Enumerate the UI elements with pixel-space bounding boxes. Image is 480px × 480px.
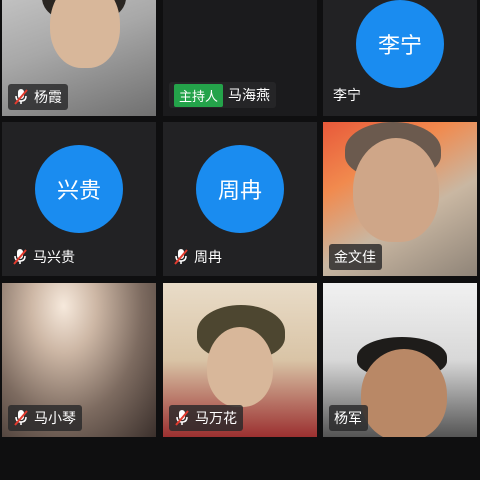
participant-tile[interactable]: 马小琴 (2, 283, 156, 437)
participant-name: 金文佳 (334, 250, 376, 266)
participant-label: 马小琴 (8, 405, 82, 431)
avatar-initials: 李宁 (377, 34, 422, 59)
participant-label: 周冉 (169, 244, 228, 270)
participant-name: 马兴贵 (33, 250, 75, 266)
mic-muted-icon (174, 249, 188, 265)
participant-label: 主持人 马海燕 (169, 82, 277, 108)
participant-name: 马小琴 (34, 411, 76, 427)
video-face (207, 327, 273, 407)
participant-name: 李宁 (333, 88, 361, 104)
participant-name: 杨军 (334, 411, 362, 427)
avatar: 兴贵 (35, 145, 123, 233)
avatar: 李宁 (356, 0, 444, 88)
participant-name: 杨霞 (34, 90, 62, 106)
participant-tile[interactable]: 马万花 (163, 283, 317, 437)
participant-label: 马兴贵 (8, 244, 81, 270)
participant-label: 马万花 (169, 405, 243, 431)
avatar: 周冉 (196, 145, 284, 233)
participant-tile[interactable]: 金文佳 (323, 122, 477, 276)
mic-muted-icon (13, 249, 27, 265)
avatar-initials: 兴贵 (56, 179, 101, 204)
participant-tile[interactable]: 杨军 (323, 283, 477, 437)
participant-tile[interactable]: 周冉 周冉 (163, 122, 317, 276)
participant-grid: 杨霞 主持人 马海燕 李宁 李宁 兴贵 马兴贵 周冉 周冉 金文佳 马小琴 马万… (0, 0, 480, 480)
video-face (50, 0, 120, 68)
avatar-initials: 周冉 (217, 179, 262, 204)
participant-tile[interactable]: 兴贵 马兴贵 (2, 122, 156, 276)
host-badge: 主持人 (174, 83, 224, 107)
participant-label: 李宁 (329, 82, 367, 108)
participant-tile[interactable]: 主持人 马海燕 (163, 0, 317, 116)
participant-tile[interactable]: 李宁 李宁 (323, 0, 477, 116)
participant-name: 马万花 (195, 411, 237, 427)
video-face (361, 349, 447, 437)
participant-label: 杨霞 (8, 84, 68, 110)
bottom-bar (0, 444, 480, 480)
mic-muted-icon (175, 410, 189, 426)
participant-label: 金文佳 (329, 244, 382, 270)
participant-name: 周冉 (194, 250, 222, 266)
participant-label: 杨军 (329, 405, 368, 431)
video-face (353, 138, 439, 242)
participant-name: 马海燕 (228, 88, 271, 104)
participant-tile[interactable]: 杨霞 (2, 0, 156, 116)
mic-muted-icon (14, 410, 28, 426)
mic-muted-icon (14, 89, 28, 105)
